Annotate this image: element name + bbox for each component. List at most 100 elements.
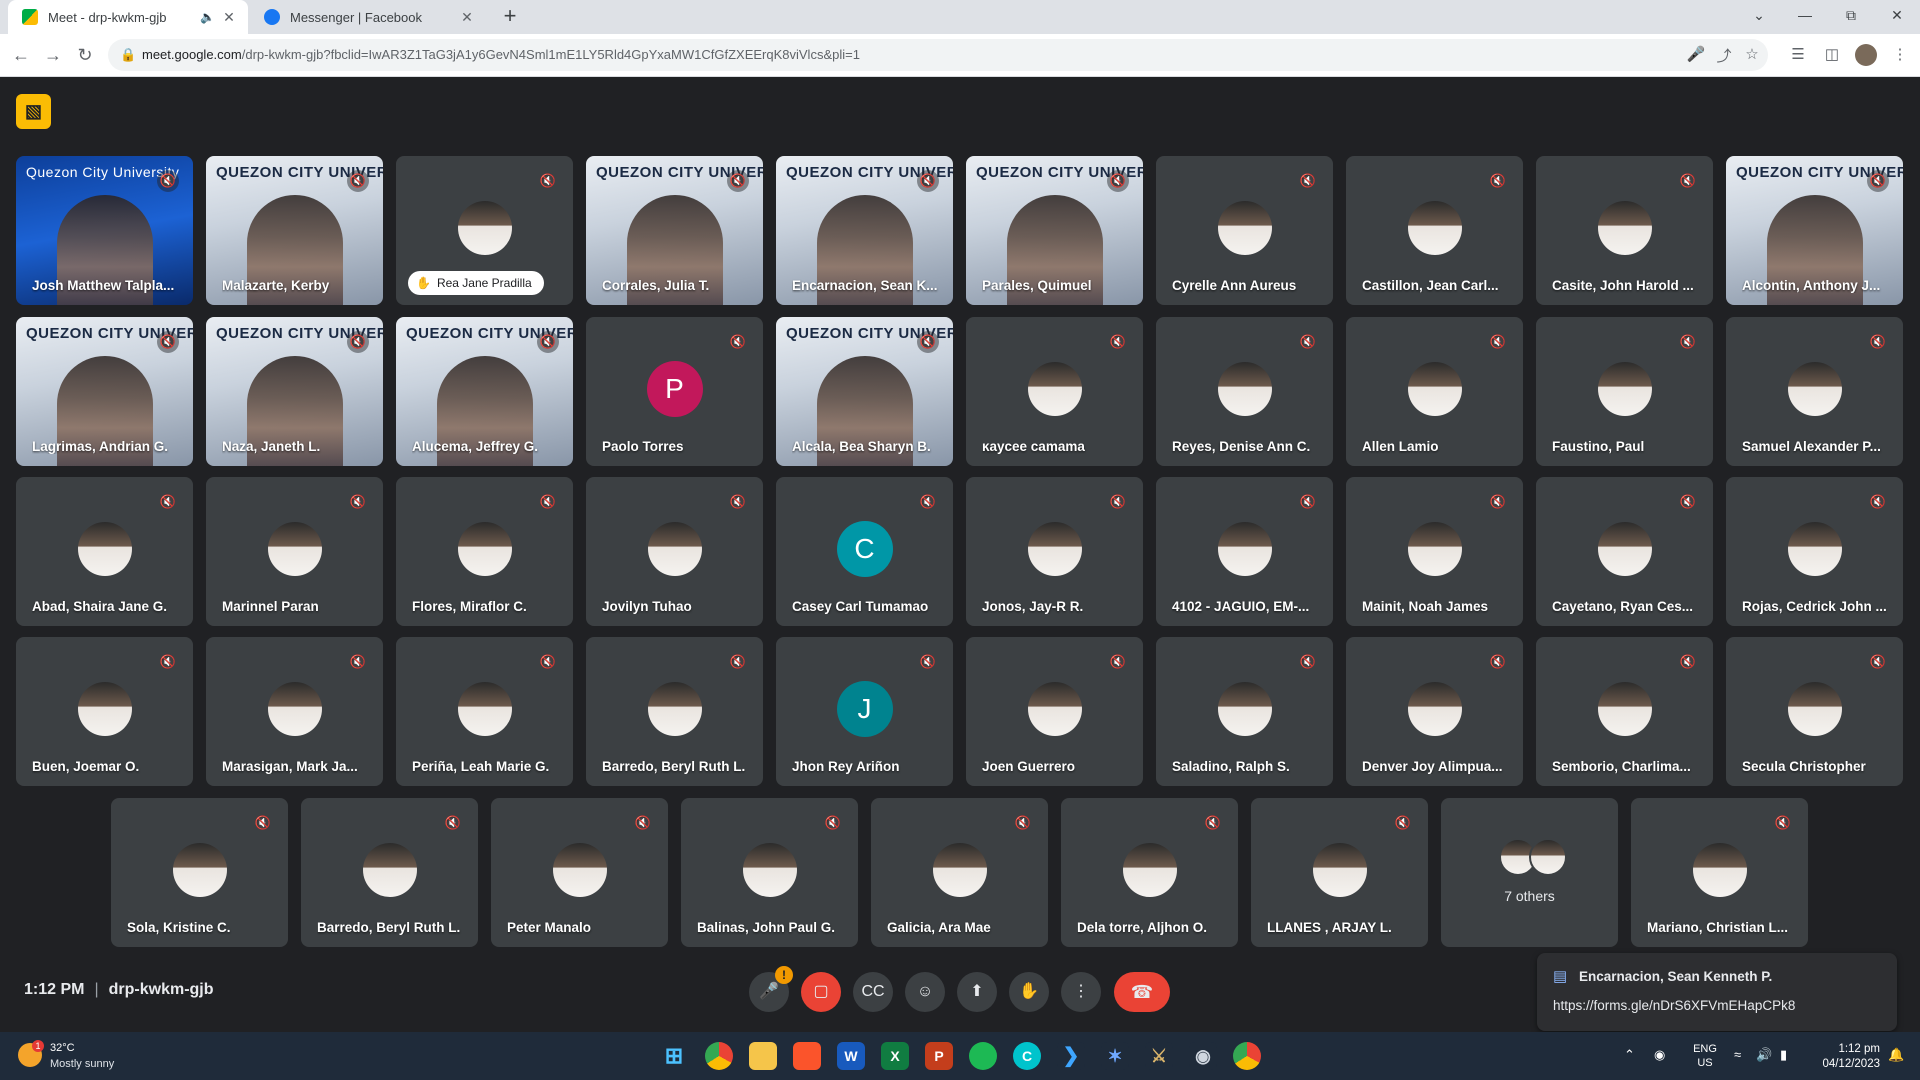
participant-tile[interactable]: 🔇 ĸaycee camama	[966, 317, 1143, 466]
participant-tile[interactable]: 🔇 Balinas, John Paul G.	[681, 798, 858, 947]
participant-tile[interactable]: QUEZON CITY UNIVERSITY🔇Corrales, Julia T…	[586, 156, 763, 305]
steam-tray-icon[interactable]: ◉	[1654, 1047, 1665, 1063]
microphone-icon[interactable]: 🎤	[1686, 45, 1706, 63]
back-button[interactable]: ←	[8, 42, 34, 68]
participant-tile[interactable]: QUEZON CITY UNIVERSITY🔇Malazarte, Kerby	[206, 156, 383, 305]
vscode-icon[interactable]: ❯	[1057, 1042, 1085, 1070]
participant-tile[interactable]: 🔇 Flores, Miraflor C.	[396, 477, 573, 626]
participant-tile[interactable]: QUEZON CITY UNIVERSITY🔇Naza, Janeth L.	[206, 317, 383, 466]
close-tab-icon[interactable]: ✕	[218, 9, 240, 26]
participant-tile[interactable]: QUEZON CITY UNIVERSITY🔇Parales, Quimuel	[966, 156, 1143, 305]
participant-tile[interactable]: 🔇 Faustino, Paul	[1536, 317, 1713, 466]
new-tab-button[interactable]: +	[498, 5, 522, 29]
side-panel-icon[interactable]: ◫	[1820, 43, 1844, 67]
participant-tile[interactable]: 🔇 Reyes, Denise Ann C.	[1156, 317, 1333, 466]
minimize-button[interactable]: —	[1782, 0, 1828, 34]
participant-tile[interactable]: 🔇 Marinnel Paran	[206, 477, 383, 626]
participant-tile[interactable]: QUEZON CITY UNIVERSITY🔇Lagrimas, Andrian…	[16, 317, 193, 466]
raise-hand-button[interactable]: ✋	[1009, 972, 1049, 1012]
forward-button[interactable]: →	[40, 42, 66, 68]
tab-search-icon[interactable]: ⌄	[1736, 0, 1782, 34]
volume-icon[interactable]: 🔊	[1756, 1047, 1772, 1063]
participant-tile[interactable]: 🔇 Mainit, Noah James	[1346, 477, 1523, 626]
restore-button[interactable]: ⧉	[1828, 0, 1874, 34]
mic-off-button[interactable]: 🎤 !	[749, 966, 793, 1012]
participant-tile[interactable]: 🔇 Castillon, Jean Carl...	[1346, 156, 1523, 305]
game-icon[interactable]: ⚔	[1145, 1042, 1173, 1070]
language-indicator[interactable]: ENG US	[1690, 1042, 1720, 1070]
canva-icon[interactable]: C	[1013, 1042, 1041, 1070]
participant-tile[interactable]: 🔇 Barredo, Beryl Ruth L.	[301, 798, 478, 947]
participant-tile[interactable]: 🔇 Jonos, Jay-R R.	[966, 477, 1143, 626]
participant-tile[interactable]: 🔇 ✋ Rea Jane Pradilla	[396, 156, 573, 305]
participant-tile[interactable]: 🔇 Cayetano, Ryan Ces...	[1536, 477, 1713, 626]
share-icon[interactable]: ⤴	[1714, 45, 1734, 66]
system-clock[interactable]: 1:12 pm 04/12/2023	[1818, 1042, 1880, 1072]
participant-tile[interactable]: 🔇 Buen, Joemar O.	[16, 637, 193, 786]
participant-tile[interactable]: 🔇 4102 - JAGUIO, EM-...	[1156, 477, 1333, 626]
participant-tile[interactable]: 🔇 Casite, John Harold ...	[1536, 156, 1713, 305]
tab-messenger[interactable]: Messenger | Facebook ✕	[250, 0, 486, 34]
participant-tile[interactable]: 🔇 Jovilyn Tuhao	[586, 477, 763, 626]
participant-tile[interactable]: 🔇 Peter Manalo	[491, 798, 668, 947]
captions-button[interactable]: CC	[853, 972, 893, 1012]
lock-icon[interactable]: 🔒	[120, 47, 136, 63]
windows-start-icon[interactable]: ⊞	[660, 1042, 688, 1070]
participant-tile[interactable]: C 🔇 Casey Carl Tumamao	[776, 477, 953, 626]
chrome-active-icon[interactable]	[1233, 1042, 1261, 1070]
steam-icon[interactable]: ◉	[1189, 1042, 1217, 1070]
captions-off-icon[interactable]: ▧	[16, 94, 51, 129]
participant-tile[interactable]: QUEZON CITY UNIVERSITY🔇Alcala, Bea Shary…	[776, 317, 953, 466]
participant-tile[interactable]: QUEZON CITY UNIVERSITY🔇Alcontin, Anthony…	[1726, 156, 1903, 305]
leave-call-button[interactable]: ☎	[1114, 972, 1170, 1012]
participant-tile[interactable]: 🔇 Cyrelle Ann Aureus	[1156, 156, 1333, 305]
participant-tile[interactable]: 🔇 Dela torre, Aljhon O.	[1061, 798, 1238, 947]
participant-tile[interactable]: 🔇 Rojas, Cedrick John ...	[1726, 477, 1903, 626]
app-icon[interactable]: ✶	[1101, 1042, 1129, 1070]
chat-message-link[interactable]: https://forms.gle/nDrS6XFVmEHapCPk8	[1553, 998, 1795, 1013]
word-icon[interactable]: W	[837, 1042, 865, 1070]
speaker-icon[interactable]: 🔈	[200, 10, 218, 24]
participant-tile[interactable]: 🔇 Abad, Shaira Jane G.	[16, 477, 193, 626]
meeting-code[interactable]: drp-kwkm-gjb	[109, 981, 214, 998]
more-menu-icon[interactable]: ⋮	[1888, 43, 1912, 67]
participant-tile[interactable]: J 🔇 Jhon Rey Ariñon	[776, 637, 953, 786]
participant-tile[interactable]: 🔇 Galicia, Ara Mae	[871, 798, 1048, 947]
participant-tile[interactable]: 🔇 Semborio, Charlima...	[1536, 637, 1713, 786]
excel-icon[interactable]: X	[881, 1042, 909, 1070]
close-window-button[interactable]: ✕	[1874, 0, 1920, 34]
participant-tile[interactable]: 🔇 Samuel Alexander P...	[1726, 317, 1903, 466]
more-options-button[interactable]: ⋮	[1061, 972, 1101, 1012]
close-tab-icon[interactable]: ✕	[456, 9, 478, 26]
participant-tile[interactable]: 🔇 Secula Christopher	[1726, 637, 1903, 786]
participant-tile[interactable]: QUEZON CITY UNIVERSITY🔇Alucema, Jeffrey …	[396, 317, 573, 466]
weather-widget[interactable]: 1 32°C Mostly sunny	[18, 1040, 158, 1074]
participant-tile[interactable]: 🔇 Periña, Leah Marie G.	[396, 637, 573, 786]
spotify-icon[interactable]	[969, 1042, 997, 1070]
participant-tile[interactable]: QUEZON CITY UNIVERSITY🔇Encarnacion, Sean…	[776, 156, 953, 305]
participant-tile[interactable]: 7 others	[1441, 798, 1618, 947]
participant-tile[interactable]: 🔇 Saladino, Ralph S.	[1156, 637, 1333, 786]
participant-tile[interactable]: Quezon City University 🔇 Josh Matthew Talp…	[16, 156, 193, 305]
brave-icon[interactable]	[793, 1042, 821, 1070]
chrome-icon[interactable]	[705, 1042, 733, 1070]
address-bar[interactable]: 🔒 meet.google.com/drp-kwkm-gjb?fbclid=Iw…	[108, 39, 1768, 71]
bookmark-star-icon[interactable]: ☆	[1742, 45, 1762, 63]
participant-tile[interactable]: 🔇 Marasigan, Mark Ja...	[206, 637, 383, 786]
powerpoint-icon[interactable]: P	[925, 1042, 953, 1070]
participant-tile[interactable]: 🔇 Joen Guerrero	[966, 637, 1143, 786]
participant-tile[interactable]: 🔇 Mariano, Christian L...	[1631, 798, 1808, 947]
participant-tile[interactable]: 🔇 LLANES , ARJAY L.	[1251, 798, 1428, 947]
reload-button[interactable]: ↻	[72, 42, 98, 68]
media-controls-icon[interactable]: ☰	[1786, 43, 1810, 67]
chat-message-popup[interactable]: ▤ Encarnacion, Sean Kenneth P. https://f…	[1537, 953, 1897, 1031]
participant-tile[interactable]: 🔇 Sola, Kristine C.	[111, 798, 288, 947]
camera-off-button[interactable]: ▢	[801, 972, 841, 1012]
participant-tile[interactable]: 🔇 Barredo, Beryl Ruth L.	[586, 637, 763, 786]
profile-avatar[interactable]	[1855, 44, 1877, 66]
present-button[interactable]: ⬆	[957, 972, 997, 1012]
participant-tile[interactable]: 🔇 Allen Lamio	[1346, 317, 1523, 466]
tab-meet[interactable]: Meet - drp-kwkm-gjb 🔈 ✕	[8, 0, 248, 34]
wifi-icon[interactable]: ≈	[1734, 1047, 1741, 1062]
file-explorer-icon[interactable]	[749, 1042, 777, 1070]
